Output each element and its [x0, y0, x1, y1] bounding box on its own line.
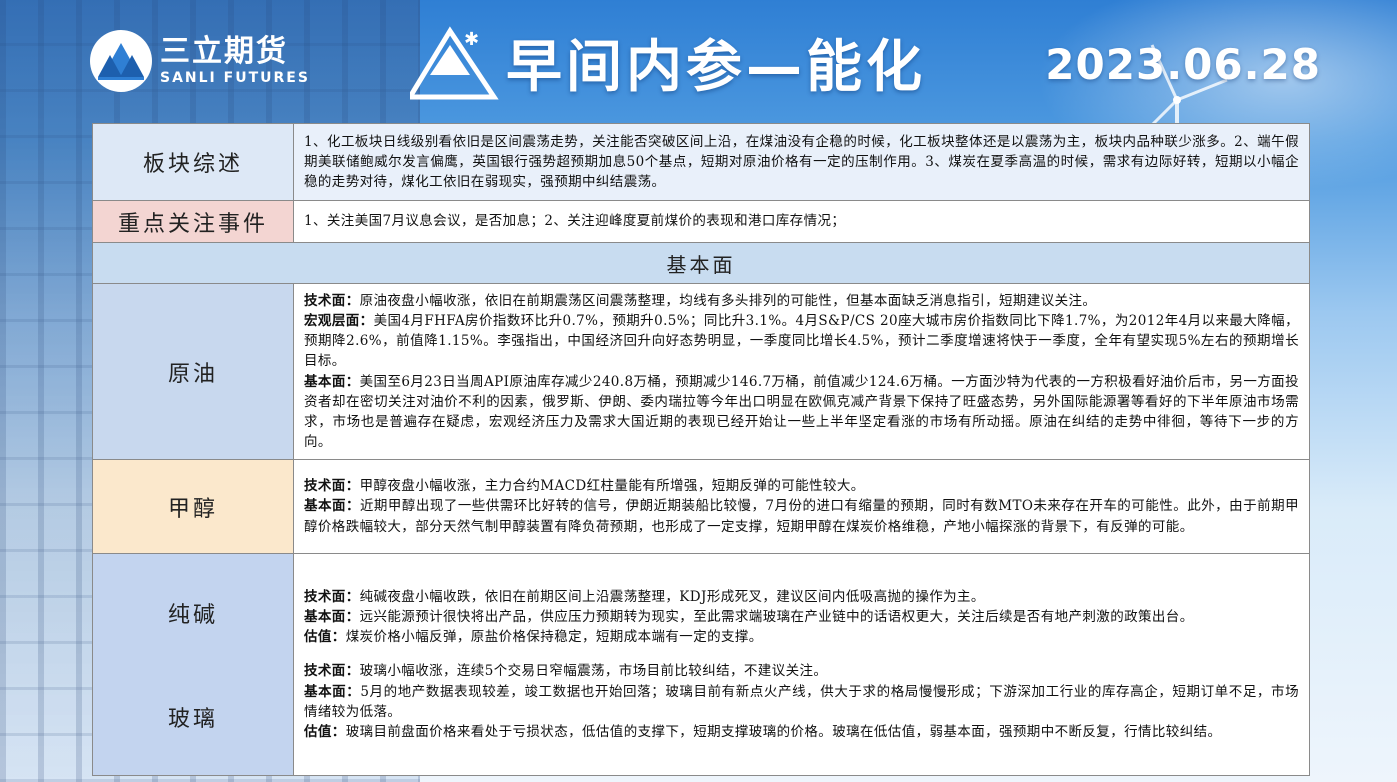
list-item: 估值：玻璃目前盘面价格来看处于亏损状态，低估值的支撑下，短期支撑玻璃的价格。玻璃… — [304, 724, 1222, 740]
row-label-overview: 板块综述 — [92, 123, 294, 201]
list-item: 技术面：纯碱夜盘小幅收跌，依旧在前期区间上沿震荡整理，KDJ形成死叉，建议区间内… — [304, 588, 985, 605]
row-label-soda-glass: 纯碱 玻璃 — [92, 553, 294, 776]
report-table: 板块综述 1、化工板块日线级别看依旧是区间震荡走势，关注能否突破区间上沿，在煤油… — [92, 123, 1310, 776]
table-row: 甲醇 技术面：甲醇夜盘小幅收涨，主力合约MACD红柱量能有所增强，短期反弹的可能… — [92, 459, 1310, 554]
report-date: 2023.06.28 — [1045, 40, 1321, 89]
list-item: 基本面：远兴能源预计很快将出产品，供应压力预期转为现实，至此需求端玻璃在产业链中… — [304, 608, 1194, 625]
list-item: 技术面：原油夜盘小幅收涨，依旧在前期震荡区间震荡整理，均线有多头排列的可能性，但… — [304, 292, 1097, 309]
row-label-glass: 玻璃 — [167, 706, 218, 732]
page-title: 早间内参—能化 — [506, 35, 926, 100]
mountain-logo-icon — [90, 30, 152, 92]
logo-english-name: SANLI FUTURES — [160, 70, 310, 86]
list-item: 技术面：甲醇夜盘小幅收涨，主力合约MACD红柱量能有所增强，短期反弹的可能性较大… — [304, 478, 865, 495]
list-item: 基本面：近期甲醇出现了一些供需环比好转的信号，伊朗近期装船比较慢，7月份的进口有… — [304, 498, 1299, 535]
row-label-crude: 原油 — [92, 283, 294, 460]
list-item: 基本面：5月的地产数据表现较差，竣工数据也开始回落；玻璃目前有新点火产线，供大于… — [304, 683, 1299, 720]
list-item: 宏观层面：美国4月FHFA房价指数环比升0.7%，预期升0.5%；同比升3.1%… — [304, 312, 1300, 370]
methanol-content: 技术面：甲醇夜盘小幅收涨，主力合约MACD红柱量能有所增强，短期反弹的可能性较大… — [293, 459, 1310, 554]
crude-content: 技术面：原油夜盘小幅收涨，依旧在前期震荡区间震荡整理，均线有多头排列的可能性，但… — [293, 283, 1310, 460]
table-row: 原油 技术面：原油夜盘小幅收涨，依旧在前期震荡区间震荡整理，均线有多头排列的可能… — [92, 283, 1310, 460]
list-item: 基本面：美国至6月23日当周API原油库存减少240.8万桶，预期减少146.7… — [304, 373, 1299, 451]
table-row: 板块综述 1、化工板块日线级别看依旧是区间震荡走势，关注能否突破区间上沿，在煤油… — [92, 123, 1310, 201]
row-label-methanol: 甲醇 — [92, 459, 294, 554]
svg-text:✱: ✱ — [464, 29, 479, 50]
overview-text: 1、化工板块日线级别看依旧是区间震荡走势，关注能否突破区间上沿，在煤油没有企稳的… — [293, 123, 1310, 201]
list-item: 技术面：玻璃小幅收涨，连续5个交易日窄幅震荡，市场目前比较纠结，不建议关注。 — [304, 663, 828, 680]
row-label-focus: 重点关注事件 — [92, 200, 294, 243]
logo-chinese-name: 三立期货 — [160, 34, 288, 69]
section-header-fundamentals: 基本面 — [92, 242, 1310, 284]
table-row: 基本面 — [92, 242, 1310, 284]
table-row: 重点关注事件 1、关注美国7月议息会议，是否加息；2、关注迎峰度夏前煤价的表现和… — [92, 200, 1310, 243]
mountain-snowflake-icon: ✱ — [410, 25, 499, 99]
table-row: 纯碱 玻璃 技术面：纯碱夜盘小幅收跌，依旧在前期区间上沿震荡整理，KDJ形成死叉… — [92, 553, 1310, 776]
focus-text: 1、关注美国7月议息会议，是否加息；2、关注迎峰度夏前煤价的表现和港口库存情况； — [293, 200, 1310, 243]
soda-glass-content: 技术面：纯碱夜盘小幅收跌，依旧在前期区间上沿震荡整理，KDJ形成死叉，建议区间内… — [293, 553, 1310, 776]
list-item: 估值：煤炭价格小幅反弹，原盐价格保持稳定，短期成本端有一定的支撑。 — [304, 629, 763, 646]
row-label-soda: 纯碱 — [167, 602, 218, 628]
company-logo: 三立期货 SANLI FUTURES — [90, 30, 310, 92]
